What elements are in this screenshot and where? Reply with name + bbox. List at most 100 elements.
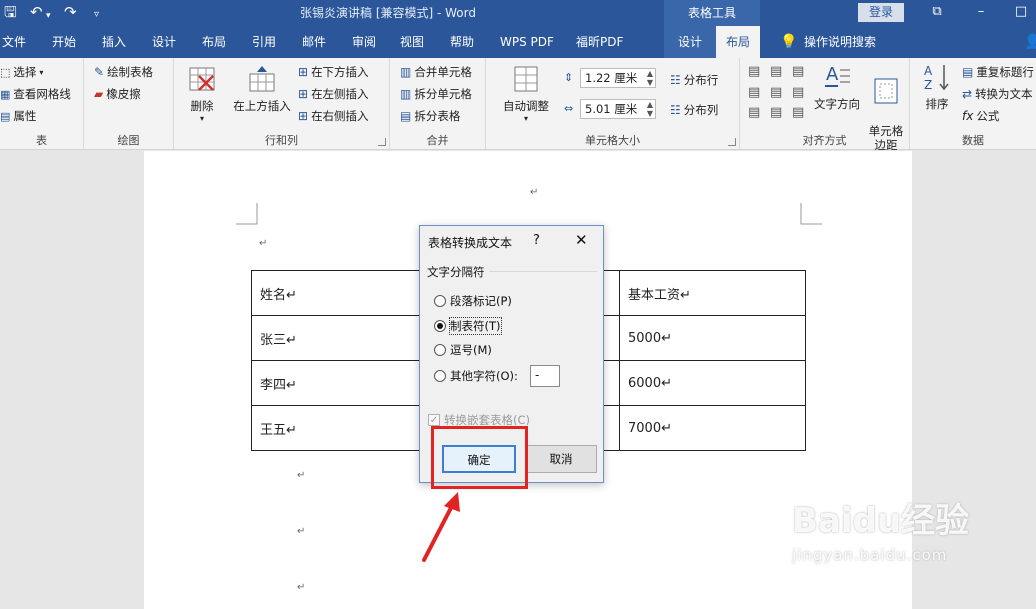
align-middle-left-icon[interactable]: ▤ [748,85,768,104]
tab-wps-pdf[interactable]: WPS PDF [500,26,554,58]
save-icon[interactable]: 🖫 [4,3,17,21]
properties-button[interactable]: ▤ 属性 [0,106,36,126]
repeat-header-rows-button[interactable]: ▤ 重复标题行 [962,62,1034,82]
merge-cells-button[interactable]: ▥ 合并单元格 [400,62,472,82]
convert-to-text-button[interactable]: ⇄ 转换为文本 [962,84,1033,104]
tab-foxit-pdf[interactable]: 福昕PDF [576,26,623,58]
distribute-columns-button[interactable]: ☷ 分布列 [670,100,718,120]
table-cell[interactable]: 王五↵ [251,405,420,451]
align-middle-center-icon[interactable]: ▤ [770,85,790,104]
view-gridlines-button[interactable]: ▦ 查看网格线 [0,84,71,104]
radio-commas[interactable]: 逗号(M) [434,342,492,358]
group-table: ⬚ 选择 ▾ ▦ 查看网格线 ▤ 属性 表 [0,58,84,150]
insert-left-button[interactable]: ⊞ 在左侧插入 [298,84,369,104]
align-bottom-right-icon[interactable]: ▤ [792,105,812,124]
customize-qat-icon[interactable]: ▿ [94,6,99,24]
tab-file[interactable]: 文件 [2,26,26,58]
table-cell[interactable]: 张三↵ [251,315,420,361]
tab-layout[interactable]: 布局 [202,26,226,58]
radio-button-icon [434,370,446,382]
group-alignment: ▤ ▤ ▤ ▤ ▤ ▤ ▤ ▤ ▤ A 文字方向 单元格 边距 对齐方式 [740,58,910,152]
tab-help[interactable]: 帮助 [450,26,474,58]
distribute-rows-button[interactable]: ☷ 分布行 [670,70,718,90]
tab-design[interactable]: 设计 [152,26,176,58]
help-icon[interactable]: ? [533,233,540,248]
column-width-value: 5.01 厘米 [585,102,638,116]
insert-above-button[interactable]: 在上方插入 [230,64,294,114]
tab-mailings[interactable]: 邮件 [302,26,326,58]
split-table-button[interactable]: ▤ 拆分表格 [400,106,460,126]
align-bottom-center-icon[interactable]: ▤ [770,105,790,124]
other-character-input[interactable]: - [530,365,560,387]
repeat-header-icon: ▤ [962,65,974,79]
align-top-center-icon[interactable]: ▤ [770,64,790,83]
row-height-value: 1.22 厘米 [585,71,638,85]
align-top-left-icon[interactable]: ▤ [748,64,768,83]
tab-references[interactable]: 引用 [252,26,276,58]
select-button[interactable]: ⬚ 选择 ▾ [0,62,43,82]
table-cell[interactable]: 姓名↵ [251,270,420,316]
split-table-label: 拆分表格 [414,109,461,123]
group-label-table: 表 [36,134,47,147]
text-direction-button[interactable]: A 文字方向 [812,62,862,112]
redo-icon[interactable]: ↷ [64,3,77,21]
undo-dropdown-icon[interactable]: ▾ [46,7,51,25]
minimize-icon[interactable]: – [970,2,992,22]
table-cell[interactable]: 基本工资↵ [619,270,806,316]
checkbox-checked-icon: ✓ [428,414,440,426]
cancel-button[interactable]: 取消 [525,445,597,473]
align-middle-right-icon[interactable]: ▤ [792,85,812,104]
group-label-alignment: 对齐方式 [802,134,847,147]
table-cell[interactable]: 李四↵ [251,360,420,406]
rows-columns-launcher-icon[interactable] [378,138,386,146]
group-cell-size: 自动调整 ▾ ⇕ 1.22 厘米 ▲ ▼ ⇔ 5.01 厘米 ▲ ▼ ☷ 分布行 ☷… [486,58,740,150]
tell-me-search[interactable]: 操作说明搜索 [804,26,876,58]
merge-cells-label: 合并单元格 [414,65,472,79]
table-cell[interactable]: 6000↵ [619,360,806,406]
delete-button[interactable]: 删除 ▾ [182,64,222,123]
ribbon-tab-row: 文件 开始 插入 设计 布局 引用 邮件 审阅 视图 帮助 WPS PDF 福昕… [0,26,1036,58]
tab-review[interactable]: 审阅 [352,26,376,58]
column-width-input[interactable]: 5.01 厘米 ▲ ▼ [580,99,656,119]
close-icon[interactable]: ✕ [575,231,588,249]
radio-label: 逗号(M) [450,343,492,357]
radio-paragraph-marks[interactable]: 段落标记(P) [434,293,512,309]
spinner-arrows-icon[interactable]: ▲ ▼ [647,69,653,87]
chevron-down-icon: ▾ [199,114,204,123]
table-cell[interactable]: 7000↵ [619,405,806,451]
restore-icon[interactable]: □ [1010,2,1032,22]
login-button[interactable]: 登录 [858,3,904,22]
insert-below-icon: ⊞ [298,65,309,79]
insert-right-label: 在右侧插入 [311,109,369,123]
formula-button[interactable]: fx 公式 [962,106,999,126]
split-cells-button[interactable]: ▥ 拆分单元格 [400,84,472,104]
table-cell[interactable]: 5000↵ [619,315,806,361]
tab-home[interactable]: 开始 [52,26,76,58]
tab-insert[interactable]: 插入 [102,26,126,58]
cell-size-launcher-icon[interactable] [728,138,736,146]
align-top-right-icon[interactable]: ▤ [792,64,812,83]
group-draw: ✎ 绘制表格 ▰ 橡皮擦 绘图 [84,58,174,150]
insert-below-button[interactable]: ⊞ 在下方插入 [298,62,369,82]
group-data: A Z 排序 ▤ 重复标题行 ⇄ 转换为文本 fx 公式 数据 [910,58,1036,150]
gridlines-icon: ▦ [0,87,11,101]
radio-other-character[interactable]: 其他字符(O): [434,368,518,384]
insert-right-button[interactable]: ⊞ 在右侧插入 [298,106,369,126]
undo-icon[interactable]: ↶ [30,3,43,21]
eraser-button[interactable]: ▰ 橡皮擦 [94,84,141,104]
tab-table-design[interactable]: 设计 [678,26,702,58]
autofit-label: 自动调整 [503,99,549,113]
tab-view[interactable]: 视图 [400,26,424,58]
align-bottom-left-icon[interactable]: ▤ [748,105,768,124]
tab-table-layout[interactable]: 布局 [716,26,761,58]
row-height-input[interactable]: 1.22 厘米 ▲ ▼ [580,68,656,88]
draw-table-button[interactable]: ✎ 绘制表格 [94,62,153,82]
share-user-icon[interactable]: 👤 [1024,26,1036,58]
autofit-button[interactable]: 自动调整 ▾ [498,64,554,123]
radio-tabs[interactable]: 制表符(T) [434,317,502,335]
spinner-arrows-icon[interactable]: ▲ ▼ [647,100,653,118]
sort-button[interactable]: A Z 排序 [920,62,954,112]
ribbon-display-icon[interactable]: ⧉ [926,2,948,22]
paragraph-mark: ↵ [297,470,306,481]
convert-to-text-label: 转换为文本 [975,87,1033,101]
